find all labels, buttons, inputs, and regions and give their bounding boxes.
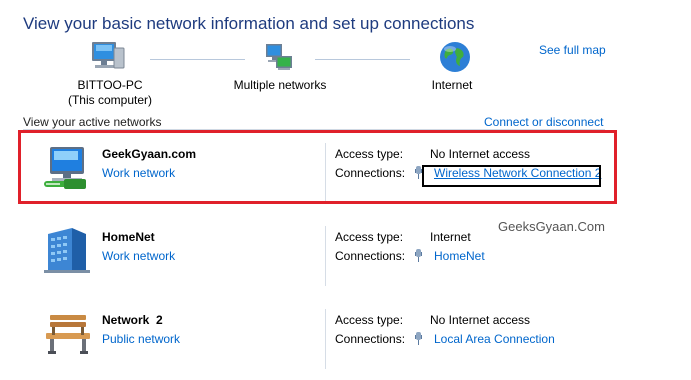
network-type-link[interactable]: Public network bbox=[102, 332, 180, 346]
multiple-networks-icon bbox=[262, 42, 296, 74]
network-name: HomeNet bbox=[102, 230, 155, 244]
network-name: Network 2 bbox=[102, 313, 163, 327]
building-icon bbox=[42, 226, 92, 276]
internet-label: Internet bbox=[431, 78, 473, 92]
connection-link[interactable]: HomeNet bbox=[434, 249, 485, 263]
ethernet-icon bbox=[414, 332, 423, 345]
connection-link[interactable]: Local Area Connection bbox=[434, 332, 555, 346]
access-type-value: Internet bbox=[430, 230, 471, 244]
computer-name-label: BITTOO-PC (This computer) bbox=[50, 78, 170, 108]
map-connector-left bbox=[150, 59, 245, 60]
computer-subtitle: (This computer) bbox=[67, 93, 153, 107]
network-card-network2: Network 2 Public network Access type: No… bbox=[20, 303, 620, 375]
globe-icon bbox=[438, 40, 472, 74]
network-type-link[interactable]: Work network bbox=[102, 249, 175, 263]
access-type-value: No Internet access bbox=[430, 313, 531, 327]
card-divider bbox=[325, 309, 326, 369]
page-title: View your basic network information and … bbox=[23, 14, 475, 33]
multiple-networks-label: Multiple networks bbox=[233, 78, 327, 92]
connections-label: Connections: bbox=[335, 249, 406, 263]
connections-label: Connections: bbox=[335, 332, 406, 346]
card-divider bbox=[325, 226, 326, 286]
active-networks-label: View your active networks bbox=[23, 115, 162, 129]
wireless-signal-icon bbox=[414, 249, 423, 262]
connect-or-disconnect-link[interactable]: Connect or disconnect bbox=[484, 115, 603, 129]
park-bench-icon bbox=[42, 309, 92, 359]
highlight-box-black bbox=[422, 165, 601, 187]
computer-name: BITTOO-PC bbox=[77, 78, 143, 92]
network-card-homenet: HomeNet Work network Access type: Intern… bbox=[20, 220, 620, 292]
computer-icon bbox=[88, 40, 128, 74]
map-connector-right bbox=[315, 59, 410, 60]
access-type-label: Access type: bbox=[335, 313, 404, 327]
see-full-map-link[interactable]: See full map bbox=[539, 43, 606, 57]
access-type-label: Access type: bbox=[335, 230, 404, 244]
